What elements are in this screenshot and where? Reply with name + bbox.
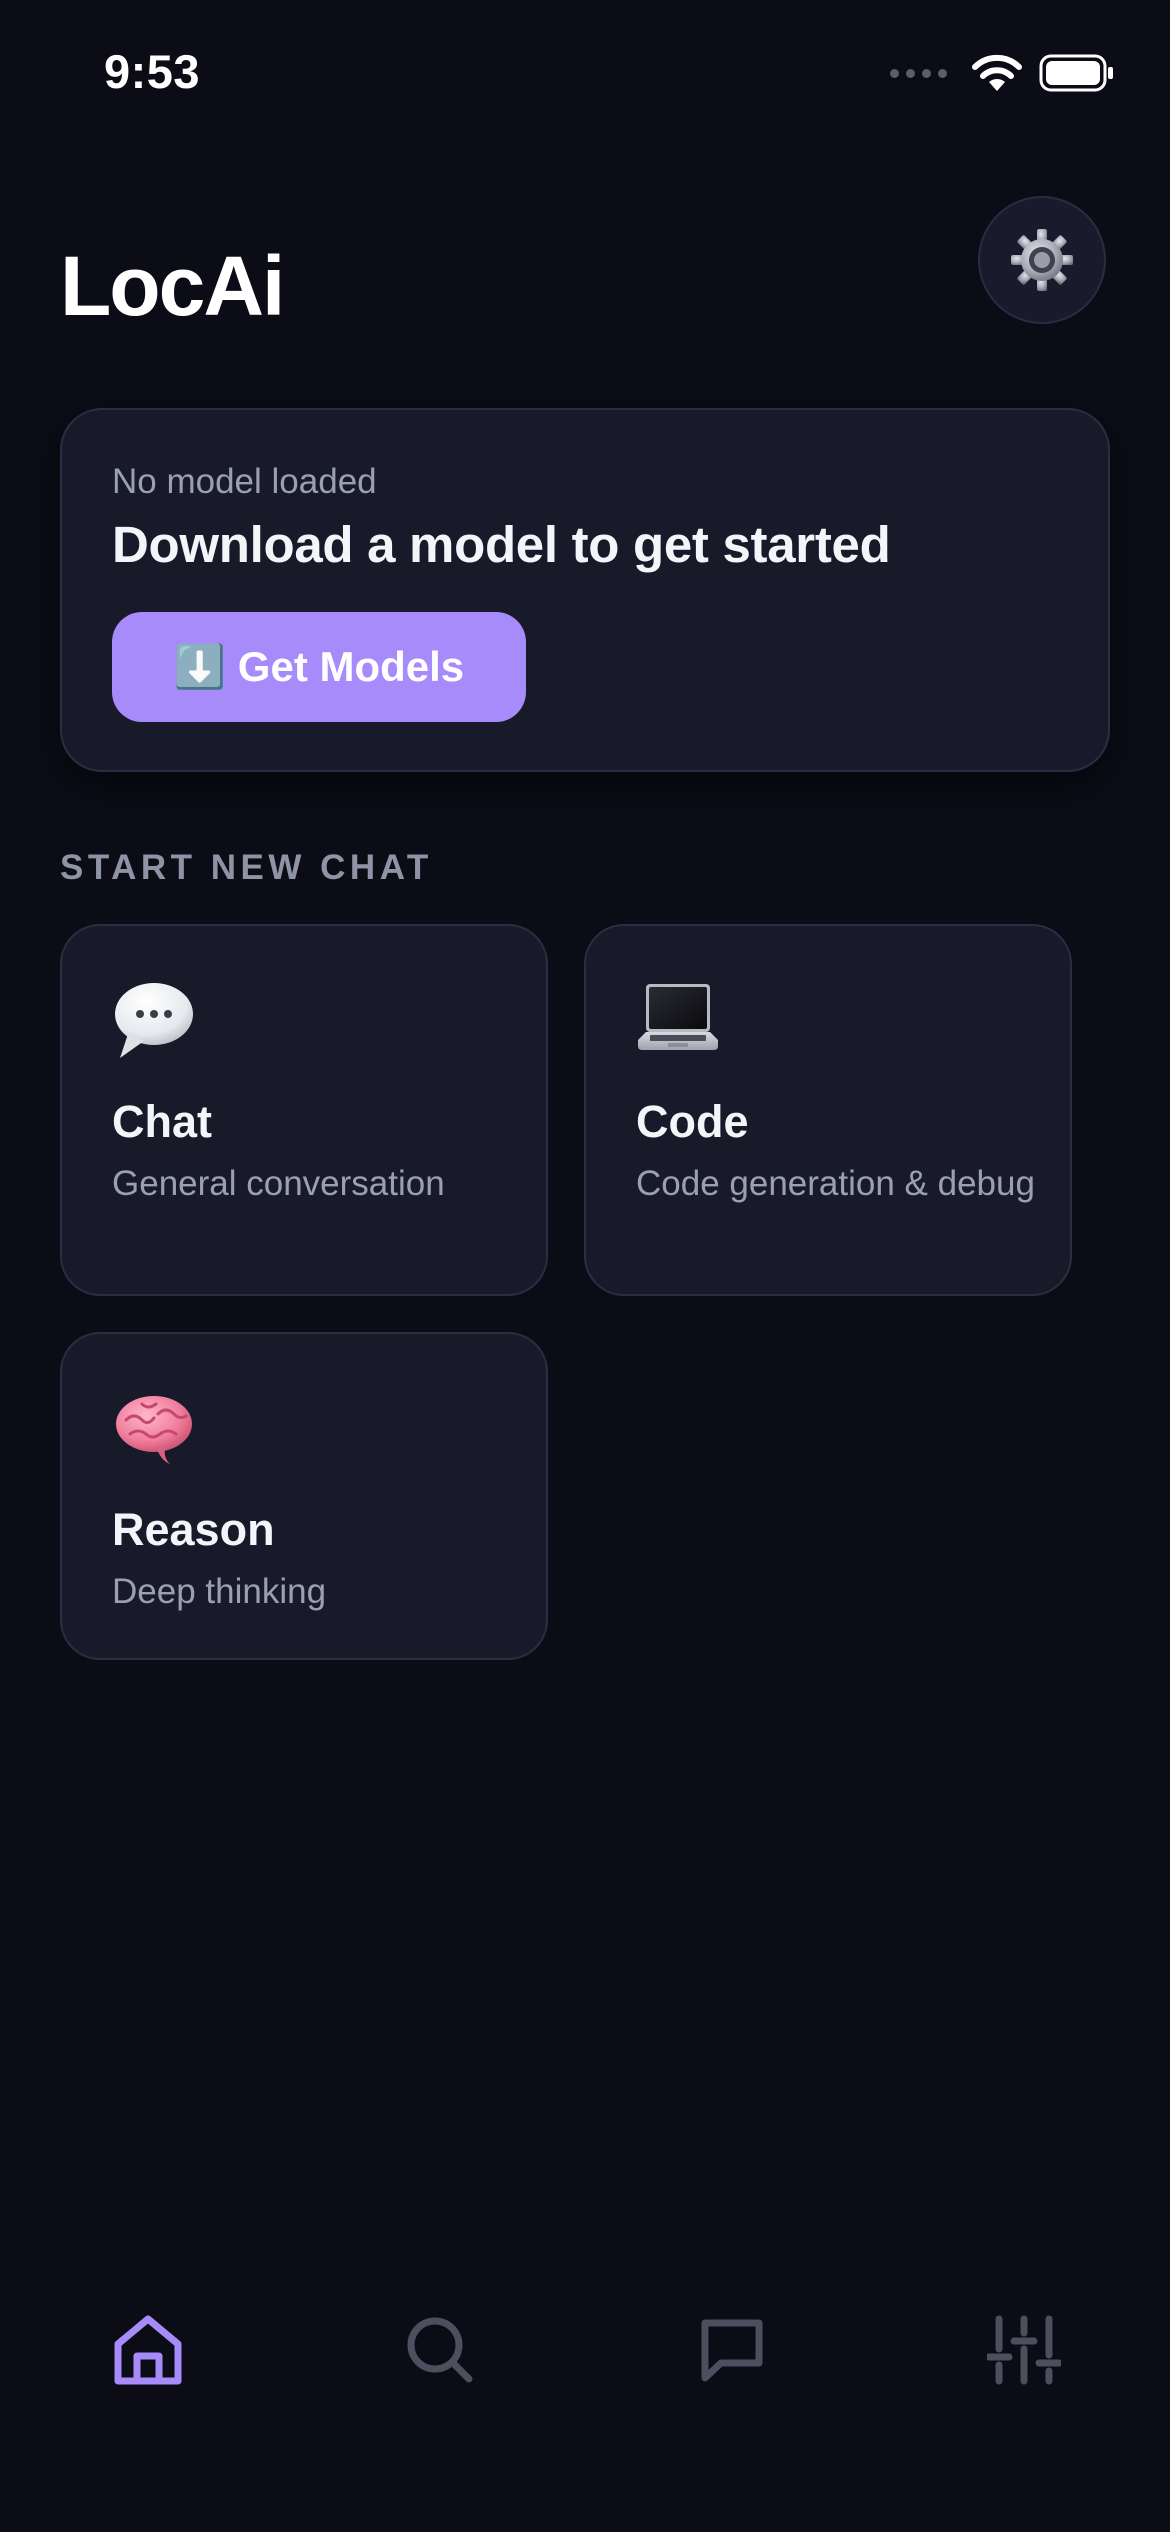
sliders-icon (987, 2315, 1061, 2385)
card-title: Code (636, 1096, 749, 1147)
home-icon (114, 2315, 182, 2385)
reason-mode-card[interactable]: Reason Deep thinking (60, 1332, 548, 1660)
model-headline: Download a model to get started (112, 516, 891, 573)
card-description: Code generation & debug (636, 1164, 1035, 1203)
search-icon (407, 2317, 473, 2383)
card-description: General conversation (112, 1164, 445, 1203)
section-label: START NEW CHAT (60, 848, 433, 887)
model-status-text: No model loaded (112, 462, 377, 501)
gear-icon (1011, 229, 1073, 291)
tab-settings[interactable] (964, 2290, 1084, 2410)
model-status-card: No model loaded Download a model to get … (60, 408, 1110, 772)
status-icons (890, 54, 1115, 92)
settings-button[interactable] (978, 196, 1106, 324)
status-bar: 9:53 (0, 0, 1170, 150)
status-time: 9:53 (104, 45, 201, 98)
battery-icon (1039, 54, 1113, 92)
speech-balloon-icon (115, 983, 193, 1058)
tab-search[interactable] (380, 2290, 500, 2410)
chat-mode-card[interactable]: Chat General conversation (60, 924, 548, 1296)
get-models-button[interactable]: ⬇️ Get Models (112, 612, 526, 722)
brain-icon (116, 1396, 192, 1464)
laptop-icon (638, 984, 718, 1050)
tab-chats[interactable] (672, 2290, 792, 2410)
card-title: Reason (112, 1504, 275, 1555)
card-description: Deep thinking (112, 1572, 327, 1611)
cellular-signal-icon (890, 68, 947, 78)
wifi-icon (972, 54, 1022, 91)
tab-bar (0, 2290, 1170, 2410)
app-title: LocAi (60, 239, 285, 333)
code-mode-card[interactable]: Code Code generation & debug (584, 924, 1072, 1296)
tab-home[interactable] (88, 2290, 208, 2410)
chat-bubble-icon (701, 2319, 763, 2382)
card-title: Chat (112, 1096, 212, 1147)
